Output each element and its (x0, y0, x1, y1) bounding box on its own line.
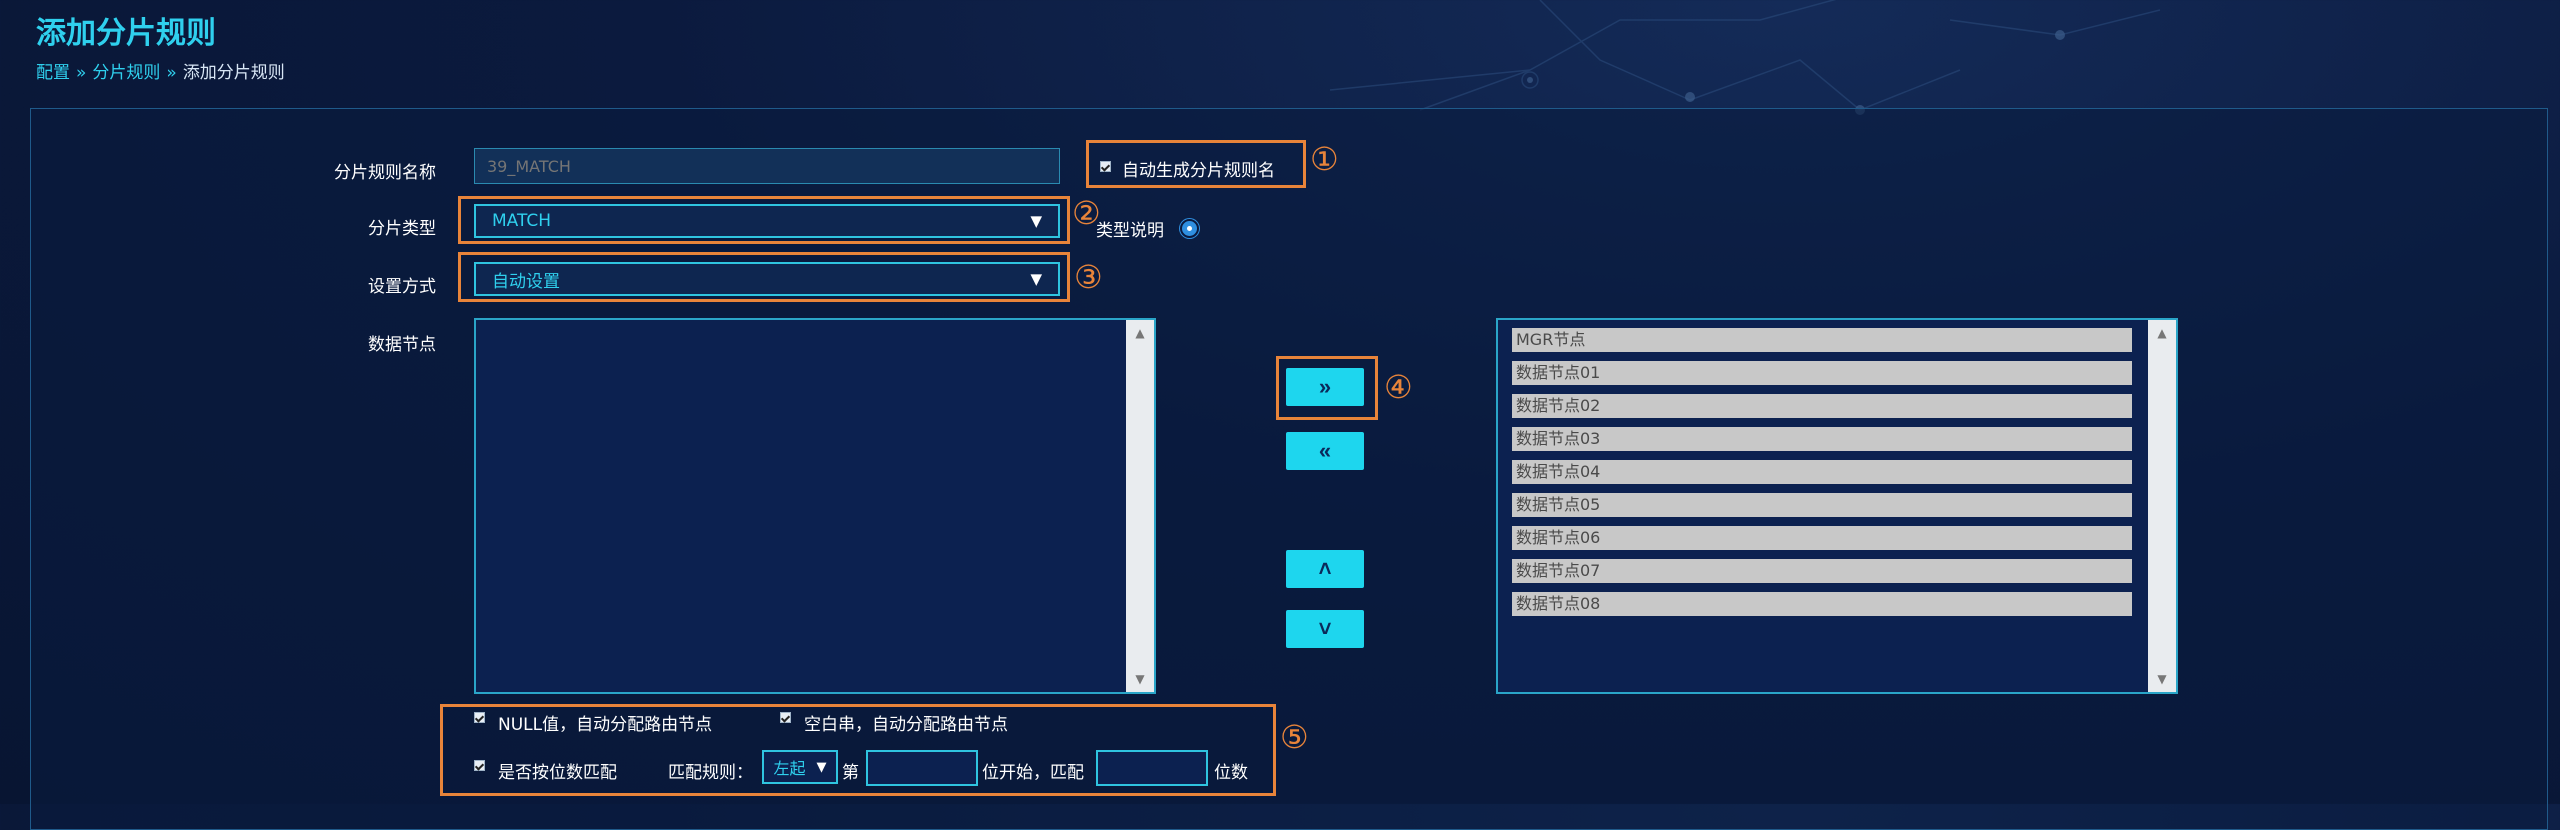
shard-type-value: MATCH (492, 211, 552, 231)
match-digits-input[interactable] (1096, 750, 1208, 786)
caret-down-icon: ▼ (1030, 212, 1042, 230)
annotation-number-5: ⑤ (1280, 718, 1309, 756)
page-title: 添加分片规则 (36, 16, 216, 51)
start-position-input[interactable] (866, 750, 978, 786)
match-rule-select[interactable]: 左起 ▼ (762, 750, 838, 784)
scroll-down-icon[interactable]: ▼ (2148, 672, 2176, 686)
match-rule-label: 匹配规则： (668, 763, 753, 783)
node-list-item[interactable]: 数据节点05 (1512, 493, 2132, 517)
nth-label: 第 (842, 763, 859, 783)
breadcrumb-separator: » (166, 63, 177, 83)
node-list-item[interactable]: 数据节点04 (1512, 460, 2132, 484)
node-list-item[interactable]: 数据节点01 (1512, 361, 2132, 385)
move-up-button[interactable]: ˄ (1286, 550, 1364, 588)
auto-name-label: 自动生成分片规则名 (1122, 161, 1275, 181)
empty-auto-checkbox[interactable] (780, 712, 791, 723)
breadcrumb-item-current: 添加分片规则 (182, 63, 285, 83)
selected-nodes-list[interactable]: ▲ ▼ (474, 318, 1156, 694)
shard-type-label: 分片类型 (368, 219, 436, 239)
start-label: 位开始，匹配 (982, 763, 1084, 783)
move-left-button[interactable]: « (1286, 432, 1364, 470)
node-list-item[interactable]: MGR节点 (1512, 328, 2132, 352)
empty-auto-label: 空白串，自动分配路由节点 (804, 715, 1008, 735)
annotation-number-4: ④ (1384, 368, 1413, 406)
move-right-button[interactable]: » (1286, 368, 1364, 406)
match-rule-value: 左起 (773, 759, 806, 778)
digit-match-label: 是否按位数匹配 (498, 763, 617, 783)
breadcrumb-item-config[interactable]: 配置 (36, 58, 70, 83)
node-list-item[interactable]: 数据节点06 (1512, 526, 2132, 550)
scrollbar[interactable]: ▲ ▼ (1126, 320, 1154, 692)
rule-name-input[interactable] (474, 148, 1060, 184)
set-mode-value: 自动设置 (492, 271, 560, 292)
info-icon[interactable] (1180, 219, 1199, 238)
shard-type-select[interactable]: MATCH ▼ (474, 204, 1060, 238)
auto-name-checkbox[interactable] (1100, 161, 1111, 172)
rule-name-label: 分片规则名称 (334, 163, 436, 183)
null-auto-checkbox[interactable] (474, 712, 485, 723)
annotation-number-1: ① (1310, 140, 1339, 178)
breadcrumb-item-shard-rules[interactable]: 分片规则 (92, 58, 160, 83)
breadcrumb-separator: » (76, 63, 87, 83)
node-list-item[interactable]: 数据节点07 (1512, 559, 2132, 583)
set-mode-label: 设置方式 (368, 277, 436, 297)
null-auto-label: NULL值，自动分配路由节点 (498, 715, 713, 735)
caret-down-icon: ▼ (816, 759, 827, 775)
set-mode-select[interactable]: 自动设置 ▼ (474, 262, 1060, 296)
data-nodes-label: 数据节点 (368, 335, 436, 355)
breadcrumb: 配置» 分片规则» 添加分片规则 (36, 58, 285, 83)
scroll-down-icon[interactable]: ▼ (1126, 672, 1154, 686)
available-nodes-list[interactable]: MGR节点数据节点01 数据节点02 数据节点03 数据节点04 数据节点05 数据节点0… (1496, 318, 2178, 694)
scroll-up-icon[interactable]: ▲ (1126, 326, 1154, 340)
digits-label: 位数 (1214, 763, 1248, 783)
node-list-item[interactable]: 数据节点08 (1512, 592, 2132, 616)
type-help-link[interactable]: 类型说明 (1096, 216, 1164, 241)
move-down-button[interactable]: ˅ (1286, 610, 1364, 648)
scrollbar[interactable]: ▲ ▼ (2148, 320, 2176, 692)
node-list-item[interactable]: 数据节点03 (1512, 427, 2132, 451)
scroll-up-icon[interactable]: ▲ (2148, 326, 2176, 340)
node-list-item[interactable]: 数据节点02 (1512, 394, 2132, 418)
digit-match-checkbox[interactable] (474, 760, 485, 771)
annotation-number-3: ③ (1074, 258, 1103, 296)
caret-down-icon: ▼ (1030, 270, 1042, 288)
